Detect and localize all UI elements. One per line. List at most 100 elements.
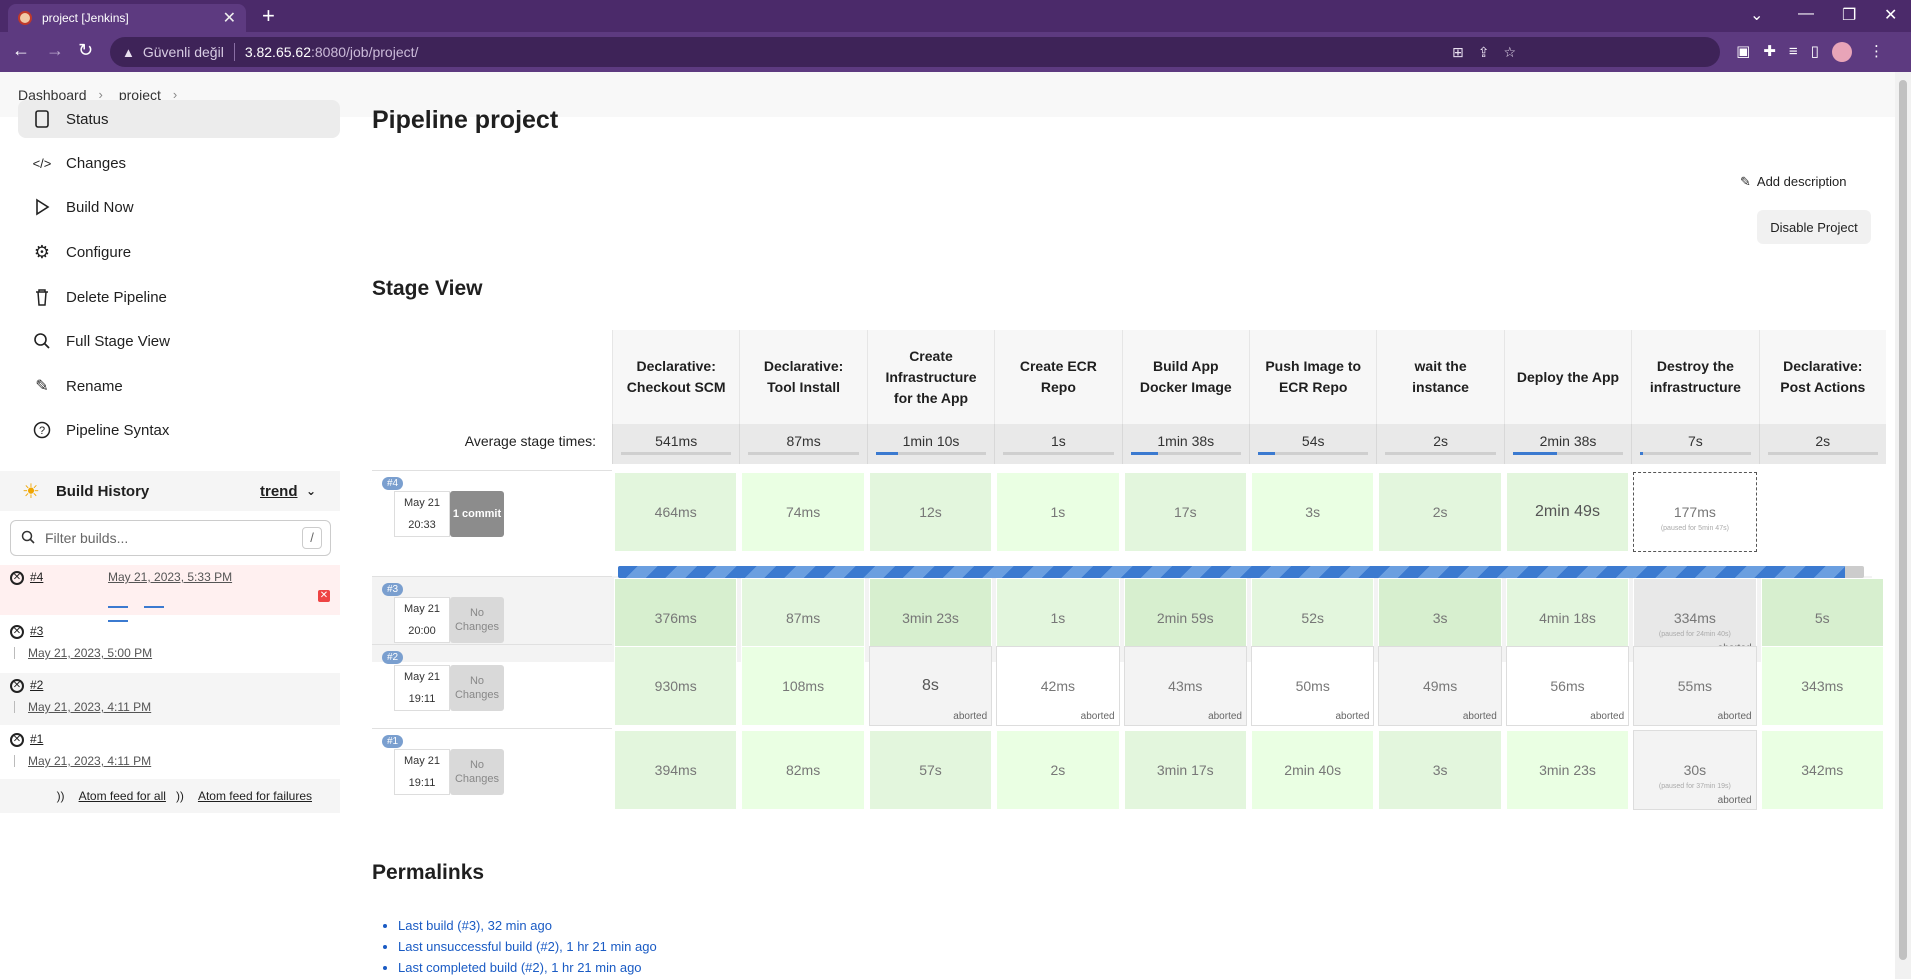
stage-duration: 12s — [919, 504, 942, 520]
sidebar-item-full-stage-view[interactable]: Full Stage View — [18, 323, 340, 359]
stage-cell[interactable]: 2s — [996, 730, 1120, 810]
average-time-bar — [621, 452, 732, 455]
chevron-down-icon[interactable]: ⌄ — [306, 484, 316, 498]
atom-feed-failures-link[interactable]: Atom feed for failures — [198, 789, 312, 803]
page-scrollbar[interactable] — [1895, 72, 1911, 979]
sidebar-item-delete-pipeline[interactable]: Delete Pipeline — [18, 279, 340, 315]
stage-cell[interactable]: 42ms aborted — [996, 646, 1120, 726]
permalink-last-unsuccessful[interactable]: Last unsuccessful build (#2), 1 hr 21 mi… — [398, 936, 657, 957]
stage-cell[interactable]: 74ms — [741, 472, 865, 552]
average-time-bar — [875, 452, 987, 455]
stage-cell[interactable]: 49ms aborted — [1378, 646, 1502, 726]
stage-status-note: aborted — [1717, 711, 1752, 722]
stage-cell[interactable]: 930ms — [614, 646, 738, 726]
stage-cell[interactable]: 2s — [1378, 472, 1502, 552]
play-icon — [32, 197, 52, 217]
stage-cell[interactable]: 55ms aborted — [1633, 646, 1757, 726]
atom-feed-all-link[interactable]: Atom feed for all — [79, 789, 166, 803]
disable-project-button[interactable]: Disable Project — [1757, 210, 1871, 244]
build-badge[interactable]: #3 — [382, 583, 404, 596]
stage-cell[interactable]: 343ms — [1760, 646, 1884, 726]
stage-cell[interactable]: 2min 49s — [1505, 472, 1630, 552]
build-number-link[interactable]: #4 — [30, 570, 43, 584]
stage-cell[interactable]: 108ms — [741, 646, 865, 726]
help-icon: ? — [32, 420, 52, 440]
build-date-link[interactable]: May 21, 2023, 5:00 PM — [28, 646, 152, 660]
sidebar-item-changes[interactable]: </> Changes — [18, 145, 340, 181]
sidebar-item-build-now[interactable]: Build Now — [18, 189, 340, 225]
stage-header: Declarative: Tool Install — [739, 330, 867, 424]
reload-icon[interactable]: ↻ — [78, 40, 93, 61]
stage-duration: 342ms — [1801, 762, 1844, 778]
sidebar-item-label: Configure — [66, 243, 132, 261]
stage-cell[interactable]: 12s — [868, 472, 993, 552]
stage-cell[interactable]: 1s — [996, 472, 1120, 552]
build-date-link[interactable]: May 21, 2023, 5:33 PM — [108, 570, 232, 584]
stage-cell[interactable]: 56ms aborted — [1505, 646, 1630, 726]
run-date-day: May 21 — [403, 497, 441, 509]
close-tab-icon[interactable]: ✕ — [223, 8, 236, 28]
trend-link[interactable]: trend — [260, 483, 298, 500]
build-badge[interactable]: #1 — [382, 735, 404, 748]
build-history-row[interactable]: ✕ #2 May 21, 2023, 4:11 PM — [0, 673, 340, 725]
build-number-link[interactable]: #1 — [30, 732, 43, 746]
close-window-icon[interactable]: ✕ — [1884, 5, 1897, 25]
stage-cell[interactable]: 3s — [1378, 730, 1502, 810]
average-time-value: 1min 38s — [1157, 433, 1215, 449]
permalink-last-completed[interactable]: Last completed build (#2), 1 hr 21 min a… — [398, 957, 657, 978]
stage-cell[interactable]: 342ms — [1760, 730, 1884, 810]
average-time-bar-fill — [1512, 452, 1557, 455]
address-bar-icons[interactable]: ⊞⇪☆ — [1452, 44, 1530, 61]
build-number-link[interactable]: #2 — [30, 678, 43, 692]
restore-icon[interactable]: ❐ — [1842, 5, 1856, 25]
stage-cell[interactable]: 3min 17s — [1123, 730, 1247, 810]
stage-cell[interactable]: 17s — [1123, 472, 1247, 552]
sidebar-item-pipeline-syntax[interactable]: ? Pipeline Syntax — [18, 412, 340, 448]
avatar[interactable] — [1831, 42, 1852, 63]
sidebar-item-rename[interactable]: ✎ Rename — [18, 368, 340, 404]
stage-cell[interactable]: 2min 40s — [1251, 730, 1375, 810]
build-number-link[interactable]: #3 — [30, 624, 43, 638]
sidebar-item-status[interactable]: Status — [18, 100, 340, 138]
sidebar-item-label: Delete Pipeline — [66, 288, 167, 306]
cancel-build-icon[interactable]: ✕ — [318, 590, 330, 602]
stage-duration: 4min 18s — [1539, 610, 1596, 626]
build-date-link[interactable]: May 21, 2023, 4:11 PM — [28, 754, 151, 768]
stage-cell[interactable]: 464ms — [614, 472, 738, 552]
sidebar-item-configure[interactable]: ⚙ Configure — [18, 234, 340, 270]
stage-cell[interactable]: 43ms aborted — [1123, 646, 1247, 726]
stage-cell[interactable]: 394ms — [614, 730, 738, 810]
run-date-day: May 21 — [403, 603, 441, 615]
minimize-icon[interactable]: — — [1798, 5, 1814, 23]
stage-cell[interactable]: 50ms aborted — [1251, 646, 1375, 726]
run-changes[interactable]: 1 commit — [450, 491, 504, 537]
run-info: #2 May 21 19:11 No Changes — [372, 644, 612, 728]
tab-search-icon[interactable]: ⌄ — [1750, 5, 1763, 25]
build-history-row[interactable]: ✕ #1 May 21, 2023, 4:11 PM — [0, 727, 340, 779]
new-tab-icon[interactable]: + — [262, 4, 275, 28]
build-badge[interactable]: #2 — [382, 651, 404, 664]
trash-icon — [32, 287, 52, 307]
stage-duration: 74ms — [785, 504, 821, 520]
sidebar-item-label: Rename — [66, 377, 123, 395]
stage-cell[interactable]: 177ms (paused for 5min 47s) — [1633, 472, 1757, 552]
build-history-row[interactable]: ✕ #4 May 21, 2023, 5:33 PM ✕ — [0, 565, 340, 622]
browser-tab[interactable]: project [Jenkins] ✕ — [8, 4, 246, 32]
stage-cell[interactable]: 8s aborted — [868, 646, 993, 726]
build-date-link[interactable]: May 21, 2023, 4:11 PM — [28, 700, 151, 714]
extension-icons[interactable]: ▣✚≡▯ ⋮ — [1736, 42, 1897, 63]
filter-builds-input[interactable]: Filter builds... / — [10, 520, 331, 556]
build-history-row[interactable]: ✕ #3 May 21, 2023, 5:00 PM — [0, 619, 340, 671]
stage-cell[interactable]: 3min 23s — [1505, 730, 1630, 810]
back-icon[interactable]: ← — [12, 40, 30, 61]
permalink-last-build[interactable]: Last build (#3), 32 min ago — [398, 915, 657, 936]
stage-cell[interactable]: 30s (paused for 37min 19s) aborted — [1633, 730, 1757, 810]
build-badge[interactable]: #4 — [382, 477, 404, 490]
address-bar[interactable]: ▲ Güvenli değil 3.82.65.62 :8080/job/pro… — [110, 37, 1720, 67]
browser-toolbar: ← → ↻ ▲ Güvenli değil 3.82.65.62 :8080/j… — [0, 32, 1911, 72]
stage-cell[interactable]: 57s — [868, 730, 993, 810]
add-description-link[interactable]: ✎ Add description — [1740, 174, 1847, 190]
stage-cell[interactable]: 82ms — [741, 730, 865, 810]
stage-cell[interactable]: 3s — [1251, 472, 1375, 552]
forward-icon[interactable]: → — [46, 40, 64, 61]
